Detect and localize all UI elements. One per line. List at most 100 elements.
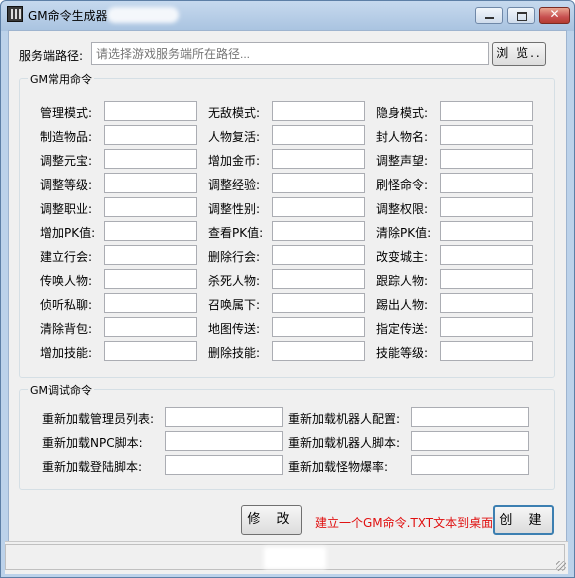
gm-common-commands-title: GM常用命令: [28, 71, 95, 87]
status-bar: [5, 541, 568, 574]
common-command-input[interactable]: [104, 245, 197, 265]
common-command-input[interactable]: [104, 221, 197, 241]
common-command-label: 调整元宝:: [40, 154, 93, 168]
server-path-label: 服务端路径:: [19, 49, 84, 63]
common-command-label: 调整等级:: [40, 178, 93, 192]
common-command-input[interactable]: [440, 341, 533, 361]
common-command-input[interactable]: [272, 245, 365, 265]
maximize-button[interactable]: [507, 7, 535, 24]
common-command-label: 制造物品:: [40, 130, 93, 144]
common-command-label: 技能等级:: [376, 346, 429, 360]
debug-command-label: 重新加载登陆脚本:: [42, 460, 143, 474]
common-command-label: 查看PK值:: [208, 226, 264, 240]
common-command-input[interactable]: [440, 173, 533, 193]
browse-button[interactable]: 浏 览..: [492, 42, 546, 66]
common-command-label: 调整职业:: [40, 202, 93, 216]
common-command-label: 删除技能:: [208, 346, 261, 360]
common-command-input[interactable]: [440, 221, 533, 241]
common-command-label: 管理模式:: [40, 106, 93, 120]
main-window: GM命令生成器 ✕ 服务端路径: 浏 览.. GM常用命令 管理模式: 制造物品:…: [0, 0, 575, 578]
debug-command-input[interactable]: [411, 455, 529, 475]
common-command-input[interactable]: [104, 101, 197, 121]
debug-command-input[interactable]: [165, 455, 283, 475]
common-command-label: 刷怪命令:: [376, 178, 429, 192]
status-redacted-area: [264, 547, 326, 569]
common-command-label: 调整性别:: [208, 202, 261, 216]
common-command-input[interactable]: [272, 197, 365, 217]
common-command-input[interactable]: [440, 269, 533, 289]
common-command-input[interactable]: [272, 173, 365, 193]
common-command-input[interactable]: [440, 293, 533, 313]
common-command-label: 建立行会:: [40, 250, 93, 264]
debug-command-input[interactable]: [411, 407, 529, 427]
common-command-input[interactable]: [104, 149, 197, 169]
common-command-input[interactable]: [440, 125, 533, 145]
common-command-input[interactable]: [104, 269, 197, 289]
debug-command-input[interactable]: [411, 431, 529, 451]
common-command-label: 增加技能:: [40, 346, 93, 360]
gm-common-commands-group: GM常用命令 管理模式: 制造物品: 调整元宝: 调整等级: 调整职业: 增加PK值: 建立…: [19, 71, 555, 378]
debug-command-label: 重新加载管理员列表:: [42, 412, 155, 426]
common-command-label: 无敌模式:: [208, 106, 261, 120]
common-command-label: 踢出人物:: [376, 298, 429, 312]
common-command-input[interactable]: [104, 173, 197, 193]
common-command-input[interactable]: [272, 221, 365, 241]
common-command-label: 指定传送:: [376, 322, 429, 336]
modify-button[interactable]: 修 改: [241, 505, 302, 535]
debug-command-input[interactable]: [165, 407, 283, 427]
common-command-input[interactable]: [272, 317, 365, 337]
common-command-label: 隐身模式:: [376, 106, 429, 120]
common-command-label: 清除背包:: [40, 322, 93, 336]
debug-command-label: 重新加载机器人配置:: [288, 412, 401, 426]
gm-debug-commands-title: GM调试命令: [28, 382, 95, 398]
common-command-label: 清除PK值:: [376, 226, 432, 240]
common-command-input[interactable]: [272, 269, 365, 289]
title-redacted-area: [107, 7, 179, 23]
common-command-input[interactable]: [272, 149, 365, 169]
common-command-label: 跟踪人物:: [376, 274, 429, 288]
common-command-label: 调整声望:: [376, 154, 429, 168]
status-panel: [5, 544, 565, 570]
app-icon: [7, 6, 23, 22]
window-title: GM命令生成器: [28, 9, 108, 23]
debug-command-input[interactable]: [165, 431, 283, 451]
common-command-label: 召唤属下:: [208, 298, 261, 312]
common-command-input[interactable]: [272, 341, 365, 361]
common-command-label: 调整经验:: [208, 178, 261, 192]
common-command-input[interactable]: [104, 293, 197, 313]
common-command-label: 增加PK值:: [40, 226, 96, 240]
create-button[interactable]: 创 建: [493, 505, 554, 535]
common-command-input[interactable]: [440, 101, 533, 121]
common-command-input[interactable]: [104, 317, 197, 337]
common-command-label: 调整权限:: [376, 202, 429, 216]
common-command-input[interactable]: [272, 293, 365, 313]
common-command-label: 传唤人物:: [40, 274, 93, 288]
common-command-label: 杀死人物:: [208, 274, 261, 288]
common-command-label: 人物复活:: [208, 130, 261, 144]
common-command-input[interactable]: [272, 101, 365, 121]
common-command-input[interactable]: [272, 125, 365, 145]
close-icon: ✕: [549, 7, 560, 21]
common-command-label: 删除行会:: [208, 250, 261, 264]
debug-command-label: 重新加载NPC脚本:: [42, 436, 143, 450]
debug-command-label: 重新加载怪物爆率:: [288, 460, 389, 474]
common-command-label: 地图传送:: [208, 322, 261, 336]
gm-debug-commands-group: GM调试命令 重新加载管理员列表: 重新加载NPC脚本: 重新加载登陆脚本: 重新加载…: [19, 382, 555, 490]
create-hint-text: 建立一个GM命令.TXT文本到桌面: [315, 516, 494, 530]
common-command-input[interactable]: [104, 197, 197, 217]
common-command-input[interactable]: [104, 125, 197, 145]
common-command-label: 改变城主:: [376, 250, 429, 264]
common-command-input[interactable]: [440, 245, 533, 265]
resize-grip[interactable]: [556, 561, 566, 571]
title-bar[interactable]: GM命令生成器 ✕: [1, 1, 574, 29]
common-command-input[interactable]: [440, 317, 533, 337]
common-command-input[interactable]: [440, 197, 533, 217]
server-path-input[interactable]: [91, 42, 489, 65]
common-command-input[interactable]: [440, 149, 533, 169]
minimize-button[interactable]: [475, 7, 503, 24]
common-command-label: 侦听私聊:: [40, 298, 93, 312]
close-button[interactable]: ✕: [539, 7, 570, 24]
common-command-label: 增加金币:: [208, 154, 261, 168]
common-command-label: 封人物名:: [376, 130, 429, 144]
common-command-input[interactable]: [104, 341, 197, 361]
